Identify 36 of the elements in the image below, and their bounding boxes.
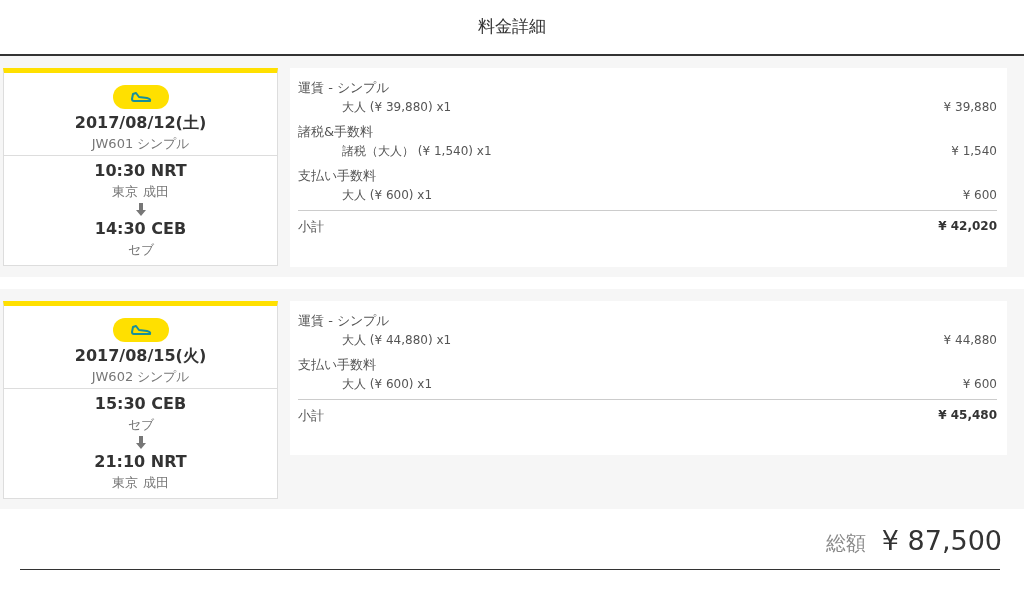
departure-city: セブ — [127, 415, 154, 434]
charge-description: 大人 (¥ 600) x1 — [341, 375, 433, 393]
charge-description: 大人 (¥ 600) x1 — [341, 187, 433, 204]
down-arrow-icon — [135, 203, 146, 216]
arrival-city: 東京 成田 — [112, 473, 169, 492]
charge-description: 諸税（大人） (¥ 1,540) x1 — [341, 143, 492, 160]
flight-number: JW602 シンプル — [91, 367, 190, 386]
flight-date: 2017/08/15(火) — [74, 344, 207, 367]
arrival-city: セブ — [127, 241, 154, 259]
subtotal-label: 小計 — [298, 406, 324, 425]
departure-city: 東京 成田 — [112, 183, 169, 201]
subtotal-label: 小計 — [298, 218, 324, 236]
charge-description: 大人 (¥ 44,880) x1 — [341, 331, 452, 349]
charge-amount: ¥ 600 — [962, 375, 997, 393]
arrival-time: 21:10 NRT — [94, 450, 187, 473]
charge-category: 運賃 - シンプル — [298, 311, 390, 330]
total-label: 総額 — [825, 529, 866, 557]
charge-amount: ¥ 44,880 — [943, 331, 997, 349]
charge-category: 支払い手数料 — [298, 167, 377, 185]
arrival-time: 14:30 CEB — [94, 218, 187, 240]
subtotal-amount: ¥ 45,480 — [938, 406, 997, 424]
charge-category: 運賃 - シンプル — [298, 79, 390, 97]
departure-time: 10:30 NRT — [94, 160, 187, 182]
charge-category: 諸税&手数料 — [298, 123, 375, 141]
page-title: 料金詳細 — [478, 15, 546, 39]
subtotal-amount: ¥ 42,020 — [938, 218, 997, 235]
charge-amount: ¥ 39,880 — [943, 99, 997, 116]
total-amount: ¥ 87,500 — [881, 523, 1002, 558]
flight-date: 2017/08/12(土) — [74, 112, 207, 134]
departure-time: 15:30 CEB — [94, 392, 187, 415]
charge-category: 支払い手数料 — [298, 355, 377, 374]
charge-amount: ¥ 1,540 — [951, 143, 997, 160]
charge-amount: ¥ 600 — [962, 187, 997, 204]
down-arrow-icon — [135, 435, 146, 449]
flight-number: JW601 シンプル — [91, 135, 190, 153]
charge-description: 大人 (¥ 39,880) x1 — [341, 99, 452, 116]
